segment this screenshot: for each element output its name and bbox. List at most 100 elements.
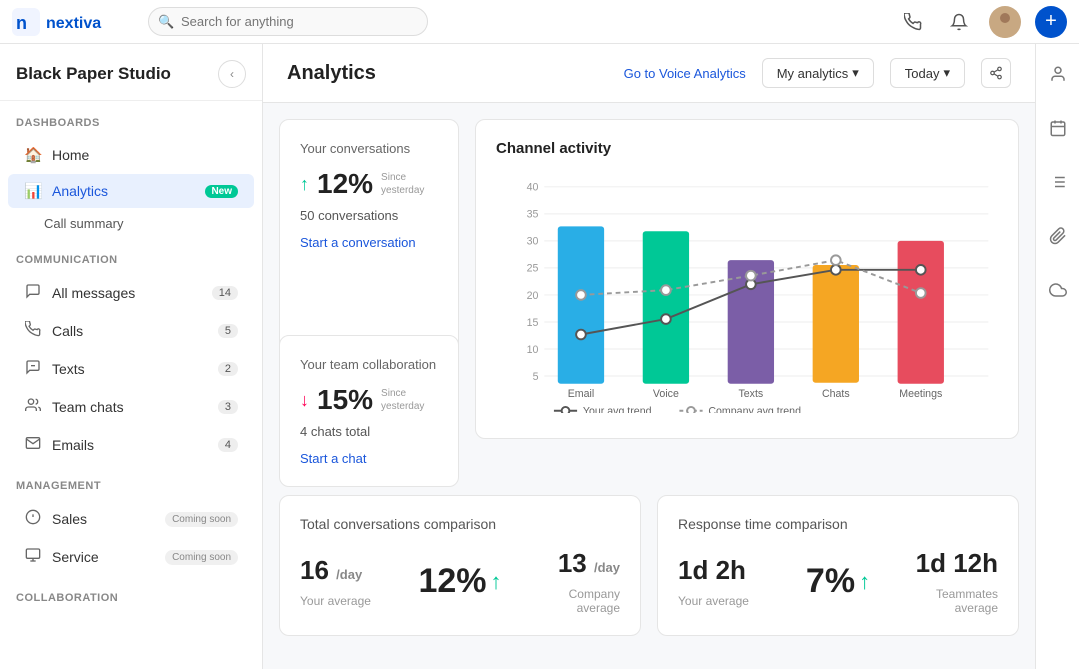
sidebar-item-team-chats[interactable]: Team chats 3 bbox=[8, 389, 254, 425]
svg-text:Meetings: Meetings bbox=[899, 388, 942, 400]
sidebar-item-sales[interactable]: Sales Coming soon bbox=[8, 501, 254, 537]
collaboration-card-wrapper: Your team collaboration ↓ 15% Sinceyeste… bbox=[279, 335, 459, 487]
your-avg-label: Your average bbox=[300, 594, 396, 608]
right-bar bbox=[1035, 44, 1079, 669]
collaboration-metric: ↓ 15% Sinceyesterday bbox=[300, 384, 438, 416]
call-summary-label: Call summary bbox=[44, 216, 123, 231]
svg-text:Company avg trend: Company avg trend bbox=[708, 406, 801, 413]
sidebar-item-analytics-label: Analytics bbox=[52, 183, 195, 199]
response-time-card: Response time comparison 1d 2h Your aver… bbox=[657, 495, 1019, 636]
search-input[interactable] bbox=[148, 7, 428, 36]
section-label-collaboration: Collaboration bbox=[0, 576, 262, 612]
content-area: Analytics Go to Voice Analytics My analy… bbox=[263, 44, 1035, 669]
sidebar-item-texts[interactable]: Texts 2 bbox=[8, 351, 254, 387]
section-label-management: Management bbox=[0, 464, 262, 500]
sidebar-item-analytics[interactable]: 📊 Analytics New bbox=[8, 174, 254, 208]
voice-analytics-link[interactable]: Go to Voice Analytics bbox=[624, 66, 746, 81]
sales-icon bbox=[24, 509, 42, 529]
analytics-new-badge: New bbox=[205, 185, 238, 198]
service-icon bbox=[24, 547, 42, 567]
sidebar-item-all-messages[interactable]: All messages 14 bbox=[8, 275, 254, 311]
svg-text:35: 35 bbox=[527, 209, 539, 221]
my-analytics-btn[interactable]: My analytics ▾ bbox=[762, 58, 874, 88]
sidebar-item-emails-label: Emails bbox=[52, 437, 208, 453]
page-title: Analytics bbox=[287, 62, 608, 85]
collaboration-percent: 15% bbox=[317, 384, 373, 416]
add-button[interactable]: + bbox=[1035, 6, 1067, 38]
paperclip-icon-btn[interactable] bbox=[1040, 218, 1076, 254]
total-up-arrow: ↑ bbox=[491, 569, 502, 595]
company-avg-val: 13 /day bbox=[524, 548, 620, 579]
svg-text:40: 40 bbox=[527, 182, 539, 194]
svg-text:30: 30 bbox=[527, 236, 539, 248]
calls-badge: 5 bbox=[218, 324, 238, 338]
sidebar: Black Paper Studio ‹ Dashboards 🏠 Home 📊… bbox=[0, 44, 263, 669]
collaboration-card: Your team collaboration ↓ 15% Sinceyeste… bbox=[279, 335, 459, 487]
today-btn[interactable]: Today ▾ bbox=[890, 58, 965, 88]
svg-text:10: 10 bbox=[527, 344, 539, 356]
sidebar-item-team-chats-label: Team chats bbox=[52, 399, 208, 415]
logo: n nextiva bbox=[12, 8, 116, 36]
user-icon-btn[interactable] bbox=[1040, 56, 1076, 92]
conversations-metric: ↑ 12% Sinceyesterday bbox=[300, 168, 438, 200]
response-your-avg-label: Your average bbox=[678, 594, 774, 608]
company-avg-block: 13 /day Company average bbox=[524, 548, 620, 615]
sidebar-item-service[interactable]: Service Coming soon bbox=[8, 539, 254, 575]
section-label-dashboards: Dashboards bbox=[0, 101, 262, 137]
top-nav: n nextiva 🔍 + bbox=[0, 0, 1079, 44]
start-conversation-link[interactable]: Start a conversation bbox=[300, 235, 438, 250]
all-messages-badge: 14 bbox=[212, 286, 238, 300]
notification-icon-btn[interactable] bbox=[943, 6, 975, 38]
sidebar-header: Black Paper Studio ‹ bbox=[0, 44, 262, 101]
total-percent-block: 12% ↑ bbox=[412, 562, 508, 601]
response-up-arrow: ↑ bbox=[859, 569, 870, 595]
sidebar-item-home[interactable]: 🏠 Home bbox=[8, 138, 254, 172]
channel-activity-card: Channel activity 40 35 30 25 2 bbox=[475, 119, 1019, 439]
avatar[interactable] bbox=[989, 6, 1021, 38]
svg-text:Your avg trend: Your avg trend bbox=[583, 406, 652, 413]
channel-activity-chart: 40 35 30 25 20 15 10 5 bbox=[496, 173, 998, 413]
calls-icon bbox=[24, 321, 42, 341]
cloud-icon-btn[interactable] bbox=[1040, 272, 1076, 308]
section-label-communication: Communication bbox=[0, 238, 262, 274]
calendar-icon-btn[interactable] bbox=[1040, 110, 1076, 146]
workspace-title: Black Paper Studio bbox=[16, 64, 171, 84]
conversations-card-label: Your conversations bbox=[300, 140, 438, 158]
sidebar-item-calls-label: Calls bbox=[52, 323, 208, 339]
svg-text:20: 20 bbox=[527, 290, 539, 302]
svg-text:Texts: Texts bbox=[738, 388, 763, 400]
service-coming-soon-badge: Coming soon bbox=[165, 550, 238, 565]
emails-badge: 4 bbox=[218, 438, 238, 452]
sidebar-collapse-btn[interactable]: ‹ bbox=[218, 60, 246, 88]
total-comparison-row: 16 /day Your average 12% ↑ 13 bbox=[300, 548, 620, 615]
search-icon: 🔍 bbox=[158, 14, 174, 30]
total-percent: 12% bbox=[418, 562, 486, 601]
main-layout: Black Paper Studio ‹ Dashboards 🏠 Home 📊… bbox=[0, 44, 1079, 669]
total-conversations-card: Total conversations comparison 16 /day Y… bbox=[279, 495, 641, 636]
response-percent-block: 7% ↑ bbox=[790, 562, 886, 601]
list-icon-btn[interactable] bbox=[1040, 164, 1076, 200]
conversations-percent: 12% bbox=[317, 168, 373, 200]
team-chats-badge: 3 bbox=[218, 400, 238, 414]
svg-text:n: n bbox=[16, 13, 27, 33]
svg-text:5: 5 bbox=[533, 371, 539, 383]
share-btn[interactable] bbox=[981, 58, 1011, 88]
response-percent: 7% bbox=[806, 562, 855, 601]
sidebar-item-emails[interactable]: Emails 4 bbox=[8, 427, 254, 463]
collaboration-card-label: Your team collaboration bbox=[300, 356, 438, 374]
start-chat-link[interactable]: Start a chat bbox=[300, 451, 438, 466]
search-bar[interactable]: 🔍 bbox=[148, 7, 428, 36]
sidebar-item-service-label: Service bbox=[52, 549, 149, 565]
svg-text:nextiva: nextiva bbox=[46, 15, 101, 32]
svg-text:15: 15 bbox=[527, 317, 539, 329]
sidebar-sub-item-call-summary[interactable]: Call summary bbox=[0, 209, 262, 238]
sales-coming-soon-badge: Coming soon bbox=[165, 512, 238, 527]
home-icon: 🏠 bbox=[24, 146, 42, 164]
phone-icon-btn[interactable] bbox=[897, 6, 929, 38]
response-your-avg-block: 1d 2h Your average bbox=[678, 555, 774, 608]
content-header: Analytics Go to Voice Analytics My analy… bbox=[263, 44, 1035, 103]
sidebar-item-texts-label: Texts bbox=[52, 361, 208, 377]
analytics-icon: 📊 bbox=[24, 182, 42, 200]
response-time-title: Response time comparison bbox=[678, 516, 998, 532]
sidebar-item-calls[interactable]: Calls 5 bbox=[8, 313, 254, 349]
